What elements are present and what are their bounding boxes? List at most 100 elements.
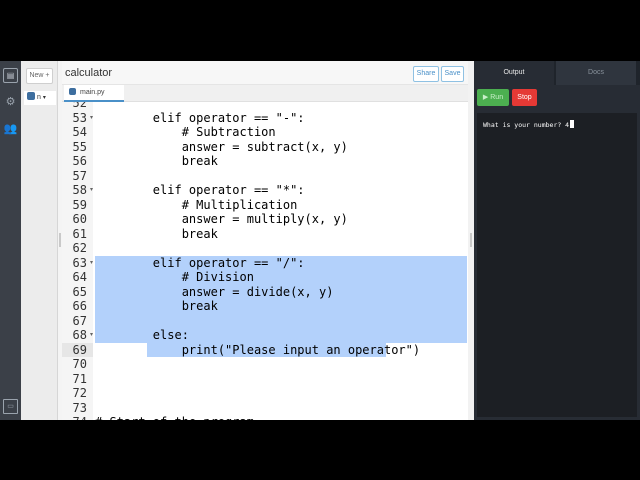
line-gutter: 66 [62, 299, 93, 314]
stop-button[interactable]: Stop [512, 89, 537, 106]
line-number: 73 [72, 400, 87, 415]
code-text: print("Please input an operator") [95, 342, 421, 357]
line-number: 56 [72, 154, 87, 168]
line-number: 62 [72, 241, 87, 255]
fold-arrow-icon[interactable]: ▾ [90, 183, 93, 198]
code-line[interactable]: 63 ▾ elif operator == "/": [62, 255, 468, 271]
fold-arrow-icon[interactable]: ▾ [90, 111, 93, 126]
line-gutter: 68 [62, 328, 93, 343]
line-number: 69 [72, 342, 87, 357]
code-line[interactable]: 56 break [62, 154, 468, 169]
code-editor-panel: calculator Share Save main.py 52 53 ▾ elif… [62, 61, 468, 420]
play-icon: ▶ [482, 94, 489, 101]
tab-main-py[interactable]: main.py [64, 85, 124, 102]
code-text: break [95, 226, 218, 241]
selection-highlight [95, 313, 467, 328]
code-line[interactable]: 52 [62, 102, 468, 111]
tab-docs[interactable]: Docs [556, 61, 636, 85]
line-number: 63 [72, 255, 87, 270]
fold-arrow-icon[interactable]: ▾ [90, 256, 93, 271]
line-gutter: 72 [62, 386, 93, 401]
line-gutter: 54 [62, 125, 93, 140]
new-file-button[interactable]: New + [26, 68, 53, 84]
code-line[interactable]: 53 ▾ elif operator == "-": [62, 110, 468, 126]
line-number: 67 [72, 313, 87, 328]
line-gutter: 55 [62, 139, 93, 154]
line-gutter: 59 [62, 197, 93, 212]
terminal-prompt: What is your number? 4 [483, 121, 570, 129]
book-icon[interactable]: ▭ [3, 399, 18, 414]
code-line[interactable]: 74 # Start of the program [62, 415, 468, 420]
code-text: # Multiplication [95, 197, 298, 212]
output-panel: Output Docs ▶ Run Stop What is your numb… [474, 61, 640, 420]
code-line[interactable]: 64 # Division [62, 270, 468, 285]
line-gutter: 69 [62, 342, 93, 357]
code-text: elif operator == "/": [95, 255, 305, 270]
line-gutter: 70 [62, 357, 93, 372]
python-file-icon [27, 92, 35, 100]
line-number: 64 [72, 270, 87, 284]
code-text: elif operator == "-": [95, 110, 305, 125]
files-icon[interactable]: ▤ [3, 68, 18, 83]
file-item-label: n [37, 94, 41, 101]
code-line[interactable]: 72 [62, 386, 468, 401]
line-number: 74 [73, 415, 87, 420]
file-item[interactable]: n ▾ [24, 91, 56, 105]
line-gutter: 52 [62, 102, 93, 111]
line-number: 53 [72, 110, 87, 125]
code-line[interactable]: 65 answer = divide(x, y) [62, 284, 468, 299]
code-line[interactable]: 58 ▾ elif operator == "*": [62, 183, 468, 198]
left-rail: ▤ ⚙ 👥 ▭ [0, 61, 21, 420]
code-line[interactable]: 61 break [62, 226, 468, 241]
code-line[interactable]: 60 answer = multiply(x, y) [62, 212, 468, 227]
code-line[interactable]: 68 ▾ else: [62, 328, 468, 343]
code-text: break [95, 299, 218, 313]
run-button[interactable]: ▶ Run [477, 89, 509, 106]
code-line[interactable]: 69 print("Please input an operator") [62, 342, 468, 357]
line-number: 57 [72, 168, 87, 183]
code-line[interactable]: 73 [62, 400, 468, 415]
line-number: 68 [72, 328, 87, 342]
code-line[interactable]: 55 answer = subtract(x, y) [62, 139, 468, 154]
text-cursor [570, 120, 575, 128]
code-line[interactable]: 67 [62, 313, 468, 328]
line-gutter: 53 [62, 110, 93, 125]
save-button[interactable]: Save [441, 66, 464, 82]
code-line[interactable]: 59 # Multiplication [62, 197, 468, 212]
users-icon[interactable]: 👥 [3, 122, 18, 137]
line-gutter: 65 [62, 284, 93, 299]
code-text: answer = multiply(x, y) [95, 212, 348, 226]
code-line[interactable]: 62 [62, 241, 468, 256]
line-number: 52 [72, 102, 87, 110]
line-number: 54 [72, 125, 87, 139]
line-gutter: 61 [62, 226, 93, 241]
editor-header: calculator Share Save [62, 61, 468, 85]
line-gutter: 74 [62, 415, 93, 420]
code-line[interactable]: 71 [62, 371, 468, 386]
terminal[interactable]: What is your number? 4 [477, 113, 637, 417]
grip-icon [59, 233, 61, 247]
fold-arrow-icon[interactable]: ▾ [90, 328, 93, 343]
code-text: elif operator == "*": [95, 183, 305, 197]
line-number: 65 [72, 284, 87, 299]
line-gutter: 60 [62, 212, 93, 227]
line-gutter: 73 [62, 400, 93, 415]
line-number: 66 [72, 299, 87, 313]
code-line[interactable]: 66 break [62, 299, 468, 314]
project-title[interactable]: calculator [65, 67, 112, 79]
run-label: Run [490, 94, 504, 101]
tab-output[interactable]: Output [474, 61, 554, 85]
share-button[interactable]: Share [413, 66, 439, 82]
code-area[interactable]: 52 53 ▾ elif operator == "-": 54 # Subtract… [62, 102, 468, 420]
gear-icon[interactable]: ⚙ [3, 95, 18, 110]
code-text: # Subtraction [95, 125, 276, 139]
line-number: 58 [72, 183, 87, 197]
code-line[interactable]: 70 [62, 357, 468, 372]
code-line[interactable]: 54 # Subtraction [62, 125, 468, 140]
line-number: 55 [72, 139, 87, 154]
line-gutter: 63 [62, 255, 93, 270]
chevron-down-icon[interactable]: ▾ [43, 95, 46, 101]
code-line[interactable]: 57 [62, 168, 468, 183]
file-panel: New + n ▾ [21, 61, 58, 420]
code-text: break [95, 154, 218, 168]
